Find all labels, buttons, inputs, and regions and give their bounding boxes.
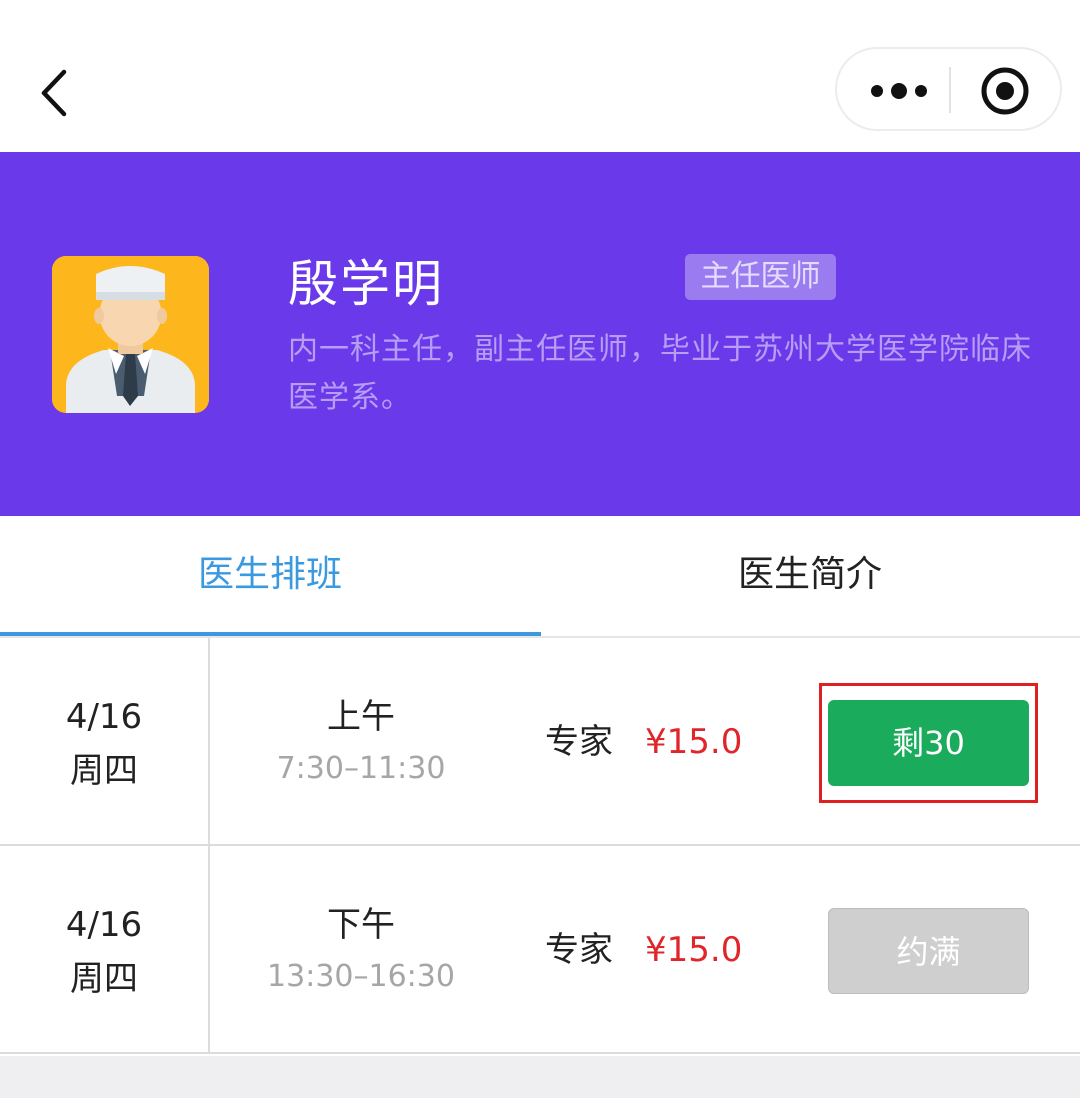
schedule-period: 下午 [327, 905, 395, 945]
tab-bar: 医生排班 医生简介 [0, 516, 1080, 638]
menu-capsule [835, 47, 1062, 131]
tab-profile[interactable]: 医生简介 [540, 516, 1080, 636]
date-cell: 4/16 周四 [0, 898, 208, 1006]
doctor-header: 殷学明 主任医师 内一科主任，副主任医师，毕业于苏州大学医学院临床医学系。 [0, 152, 1080, 516]
doctor-intro-text: 内一科主任，副主任医师，毕业于苏州大学医学院临床医学系。 [288, 332, 1032, 415]
schedule-row: 4/16 周四 下午 13:30–16:30 专家 ¥15.0 约满 [0, 846, 1080, 1054]
period-cell: 上午 7:30–11:30 [210, 690, 512, 794]
doctor-name: 殷学明 [288, 255, 444, 313]
target-circle-icon[interactable] [979, 65, 1031, 117]
schedule-period: 上午 [327, 697, 395, 737]
doctor-avatar-icon [52, 256, 209, 413]
date-cell: 4/16 周四 [0, 690, 208, 798]
book-slot-button[interactable]: 剩30 [828, 700, 1029, 786]
schedule-date: 4/16 [65, 905, 143, 945]
doctor-title-badge: 主任医师 [685, 254, 836, 300]
tab-schedule[interactable]: 医生排班 [0, 516, 540, 636]
schedule-weekday: 周四 [70, 959, 138, 999]
doctor-level: 专家 [545, 722, 613, 762]
schedule-time: 13:30–16:30 [267, 959, 455, 994]
consult-price: ¥15.0 [645, 722, 743, 762]
schedule-time: 7:30–11:30 [276, 751, 446, 786]
chevron-left-icon[interactable] [30, 62, 80, 124]
more-dots-icon[interactable] [863, 71, 939, 111]
schedule-weekday: 周四 [70, 751, 138, 791]
page-footer-background [0, 1056, 1080, 1098]
schedule-row: 4/16 周四 上午 7:30–11:30 专家 ¥15.0 剩30 [0, 638, 1080, 846]
full-slot-button[interactable]: 约满 [828, 908, 1029, 994]
period-cell: 下午 13:30–16:30 [210, 898, 512, 1002]
consult-price: ¥15.0 [645, 930, 743, 970]
active-tab-indicator [0, 632, 541, 636]
capsule-divider [949, 67, 951, 113]
doctor-level: 专家 [545, 930, 613, 970]
navigation-bar [0, 0, 1080, 152]
schedule-date: 4/16 [65, 697, 143, 737]
